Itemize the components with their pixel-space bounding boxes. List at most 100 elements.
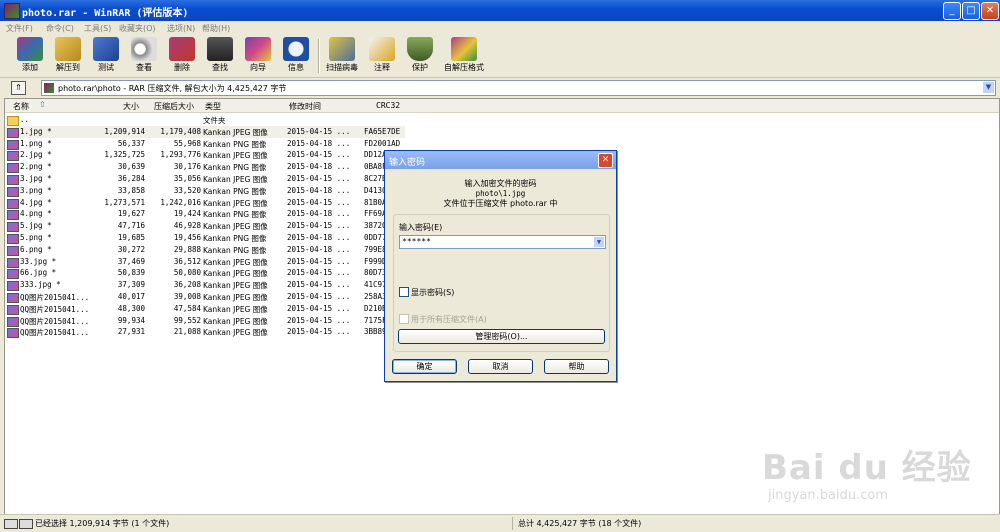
file-type: Kankan JPEG 图像	[203, 198, 268, 208]
image-file-icon	[7, 245, 19, 256]
sfx-icon	[451, 37, 477, 61]
toolbar-virus-scan-label: 扫描病毒	[326, 63, 358, 72]
file-packed: 19,456	[173, 233, 201, 242]
column-crc[interactable]: CRC32	[376, 101, 400, 110]
file-row[interactable]: 4.jpg * 1,273,571 1,242,016 Kankan JPEG 图像 2…	[5, 197, 405, 209]
column-name[interactable]: 名称	[13, 101, 29, 112]
maximize-button[interactable]: □	[962, 2, 980, 20]
toolbar-wizard-label: 向导	[250, 63, 266, 72]
file-row[interactable]: 6.png * 30,272 29,888 Kankan PNG 图像 2015-04-…	[5, 244, 405, 256]
file-row[interactable]: 333.jpg * 37,309 36,208 Kankan JPEG 图像 2015-…	[5, 279, 405, 292]
cancel-button[interactable]: 取消	[468, 359, 533, 374]
extract-to-icon	[55, 37, 81, 61]
chevron-down-icon[interactable]: ▼	[594, 237, 604, 247]
file-type: Kankan JPEG 图像	[203, 316, 268, 326]
image-file-icon	[7, 163, 19, 174]
file-name: 2.png *	[20, 162, 52, 172]
image-file-icon	[7, 186, 19, 197]
path-combobox[interactable]: photo.rar\photo - RAR 压缩文件, 解包大小为 4,425,…	[41, 80, 996, 96]
toolbar-add-button[interactable]: 添加	[10, 37, 50, 75]
column-packed[interactable]: 压缩后大小	[154, 101, 194, 112]
file-row[interactable]: QQ图片2015041... 40,017 39,008 Kankan JPEG 图像…	[5, 291, 405, 303]
file-row[interactable]: 2.jpg * 1,325,725 1,293,776 Kankan JPEG 图像 2…	[5, 149, 405, 162]
file-type: 文件夹	[203, 116, 226, 125]
close-button[interactable]: ✕	[981, 2, 999, 20]
file-name: 1.png *	[20, 138, 52, 148]
chevron-down-icon[interactable]: ▼	[983, 82, 994, 93]
file-type: Kankan JPEG 图像	[203, 269, 268, 279]
column-modified[interactable]: 修改时间	[289, 101, 321, 112]
ok-button[interactable]: 确定	[392, 359, 457, 374]
dialog-close-button[interactable]: ✕	[598, 153, 613, 168]
toolbar-delete-button[interactable]: 删除	[162, 37, 202, 75]
file-row[interactable]: QQ图片2015041... 27,931 21,088 Kankan JPEG 图像…	[5, 326, 405, 339]
menu-commands[interactable]: 命令(C)	[46, 23, 74, 34]
toolbar-find-button[interactable]: 查找	[200, 37, 240, 75]
file-name: 2.jpg *	[20, 150, 52, 160]
image-file-icon	[7, 210, 19, 221]
file-row[interactable]: 1.jpg * 1,209,914 1,179,408 Kankan JPEG 图像 2…	[5, 125, 405, 138]
file-row[interactable]: 3.jpg * 36,284 35,056 Kankan JPEG 图像 2015-04…	[5, 173, 405, 185]
file-packed: 1,293,776	[160, 150, 201, 160]
file-list-header: 名称 ⇧ 大小 压缩后大小 类型 修改时间 CRC32	[5, 99, 999, 113]
toolbar-protect-button[interactable]: 保护	[400, 37, 440, 75]
toolbar-view-button[interactable]: 查看	[124, 37, 164, 75]
file-row[interactable]: 3.png * 33,858 33,520 Kankan PNG 图像 2015-04-…	[5, 185, 405, 197]
file-type: Kankan PNG 图像	[203, 210, 267, 220]
dialog-archive-info: 文件位于压缩文件 photo.rar 中	[443, 199, 558, 208]
menu-help[interactable]: 帮助(H)	[202, 23, 230, 34]
file-packed: 30,176	[173, 162, 201, 172]
status-selected: 已经选择 1,209,914 字节 (1 个文件)	[35, 519, 170, 528]
toolbar-comment-button[interactable]: 注释	[362, 37, 402, 75]
image-file-icon	[7, 316, 19, 327]
toolbar-add-label: 添加	[22, 63, 38, 72]
file-type: Kankan PNG 图像	[203, 234, 267, 243]
image-file-icon	[7, 139, 19, 150]
minimize-button[interactable]: _	[943, 2, 961, 20]
help-button[interactable]: 帮助	[544, 359, 609, 374]
column-type[interactable]: 类型	[205, 101, 221, 112]
file-row[interactable]: 5.png * 19,685 19,456 Kankan PNG 图像 2015-04-…	[5, 232, 405, 244]
toolbar-sfx-label: 自解压格式	[444, 63, 484, 72]
toolbar-info-button[interactable]: 信息	[276, 37, 316, 75]
password-input[interactable]: ****** ▼	[399, 235, 606, 249]
menu-tools[interactable]: 工具(S)	[84, 23, 111, 34]
toolbar-virus-scan-button[interactable]: 扫描病毒	[322, 37, 362, 75]
file-row[interactable]: 66.jpg * 50,839 50,080 Kankan JPEG 图像 2015-0…	[5, 267, 405, 280]
file-packed: 36,512	[173, 256, 201, 266]
file-modified: 2015-04-15 ...	[287, 268, 351, 278]
toolbar-extract-to-button[interactable]: 解压到	[48, 37, 88, 75]
menu-favorites[interactable]: 收藏夹(O)	[119, 23, 156, 34]
show-password-checkbox[interactable]	[399, 287, 409, 297]
toolbar-test-button[interactable]: 测试	[86, 37, 126, 75]
file-row[interactable]: 33.jpg * 37,469 36,512 Kankan JPEG 图像 2015-0…	[5, 256, 405, 268]
file-row[interactable]: QQ图片2015041... 48,300 47,584 Kankan JPEG 图像…	[5, 303, 405, 315]
menu-options[interactable]: 选项(N)	[167, 23, 195, 34]
show-password-label[interactable]: 显示密码(S)	[411, 287, 454, 298]
toolbar-wizard-button[interactable]: 向导	[238, 37, 278, 75]
password-value: ******	[402, 237, 431, 246]
menu-file[interactable]: 文件(F)	[6, 23, 33, 34]
password-label: 输入密码(E)	[399, 223, 443, 232]
test-icon	[93, 37, 119, 61]
manage-passwords-button[interactable]: 管理密码(O)...	[398, 329, 605, 344]
toolbar-sfx-button[interactable]: 自解压格式	[444, 37, 484, 75]
file-packed: 36,208	[173, 280, 201, 290]
file-crc: FD2001AD	[364, 138, 401, 148]
up-folder-button[interactable]: ⇑	[11, 81, 26, 95]
dialog-file-path: photo\1.jpg	[475, 189, 526, 198]
file-row[interactable]: 4.png * 19,627 19,424 Kankan PNG 图像 2015-04-…	[5, 208, 405, 221]
file-row[interactable]: 1.png * 56,337 55,968 Kankan PNG 图像 2015-04-…	[5, 138, 405, 150]
dialog-title: 输入密码	[389, 158, 426, 168]
file-type: Kankan JPEG 图像	[203, 257, 268, 267]
column-size[interactable]: 大小	[123, 101, 139, 112]
file-name: 333.jpg *	[20, 280, 61, 290]
protect-icon	[407, 37, 433, 61]
toolbar: 添加 解压到 测试 查看 删除 查找 向导 信息 扫描病毒 注释 保护 自解压格…	[0, 35, 1000, 78]
file-row[interactable]: .. 文件夹	[5, 114, 405, 126]
file-row[interactable]: 5.jpg * 47,716 46,928 Kankan JPEG 图像 2015-04…	[5, 220, 405, 233]
use-for-all-archives-checkbox[interactable]	[399, 314, 409, 324]
file-row[interactable]: QQ图片2015041... 99,934 99,552 Kankan JPEG 图像…	[5, 315, 405, 327]
file-row[interactable]: 2.png * 30,639 30,176 Kankan PNG 图像 2015-04-…	[5, 161, 405, 174]
toolbar-delete-label: 删除	[174, 63, 190, 72]
